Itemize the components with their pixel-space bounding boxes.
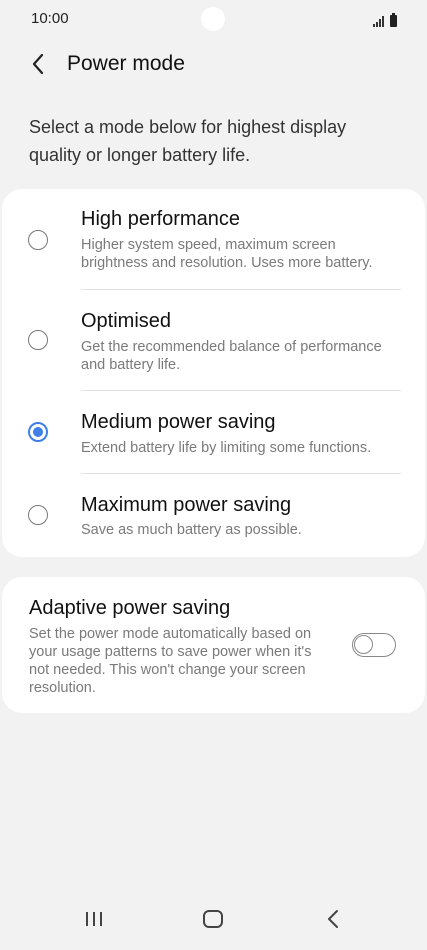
home-icon — [203, 910, 223, 928]
adaptive-power-saving-toggle[interactable] — [352, 633, 396, 657]
power-modes-card: High performance Higher system speed, ma… — [2, 189, 425, 557]
toggle-knob — [354, 635, 373, 654]
mode-subtitle: Higher system speed, maximum screen brig… — [81, 237, 373, 271]
status-bar: 10:00 — [0, 0, 427, 40]
chevron-left-icon — [32, 53, 44, 75]
mode-option-maximum-power-saving[interactable]: Maximum power saving Save as much batter… — [2, 474, 425, 557]
mode-subtitle: Get the recommended balance of performan… — [81, 339, 382, 373]
radio-high-performance[interactable] — [28, 230, 48, 250]
mode-title: Optimised — [81, 310, 172, 332]
adaptive-power-saving-subtitle: Set the power mode automatically based o… — [29, 626, 312, 696]
header: Power mode — [0, 46, 427, 86]
battery-icon — [390, 13, 397, 27]
mode-option-optimised[interactable]: Optimised Get the recommended balance of… — [2, 290, 425, 390]
page-title: Power mode — [67, 52, 185, 75]
adaptive-power-saving-title: Adaptive power saving — [29, 597, 231, 619]
mode-subtitle: Save as much battery as possible. — [81, 522, 302, 538]
adaptive-power-saving-card[interactable]: Adaptive power saving Set the power mode… — [2, 577, 425, 713]
radio-maximum-power-saving[interactable] — [28, 505, 48, 525]
back-button[interactable] — [24, 50, 52, 78]
nav-back-button[interactable] — [313, 903, 353, 935]
mode-subtitle: Extend battery life by limiting some fun… — [81, 440, 372, 456]
recents-icon — [86, 912, 102, 926]
navigation-bar — [0, 895, 427, 945]
signal-icon — [373, 15, 384, 27]
status-icons — [373, 11, 397, 27]
page-description: Select a mode below for highest display … — [29, 117, 347, 165]
mode-option-medium-power-saving[interactable]: Medium power saving Extend battery life … — [2, 391, 425, 473]
status-time: 10:00 — [31, 10, 69, 27]
recents-button[interactable] — [74, 903, 114, 935]
mode-option-high-performance[interactable]: High performance Higher system speed, ma… — [2, 189, 425, 289]
back-icon — [328, 910, 338, 928]
radio-medium-power-saving[interactable] — [28, 422, 48, 442]
mode-title: High performance — [81, 208, 240, 230]
home-button[interactable] — [193, 903, 233, 935]
mode-title: Maximum power saving — [81, 494, 292, 516]
mode-title: Medium power saving — [81, 411, 276, 433]
radio-optimised[interactable] — [28, 330, 48, 350]
camera-cutout — [201, 7, 225, 31]
